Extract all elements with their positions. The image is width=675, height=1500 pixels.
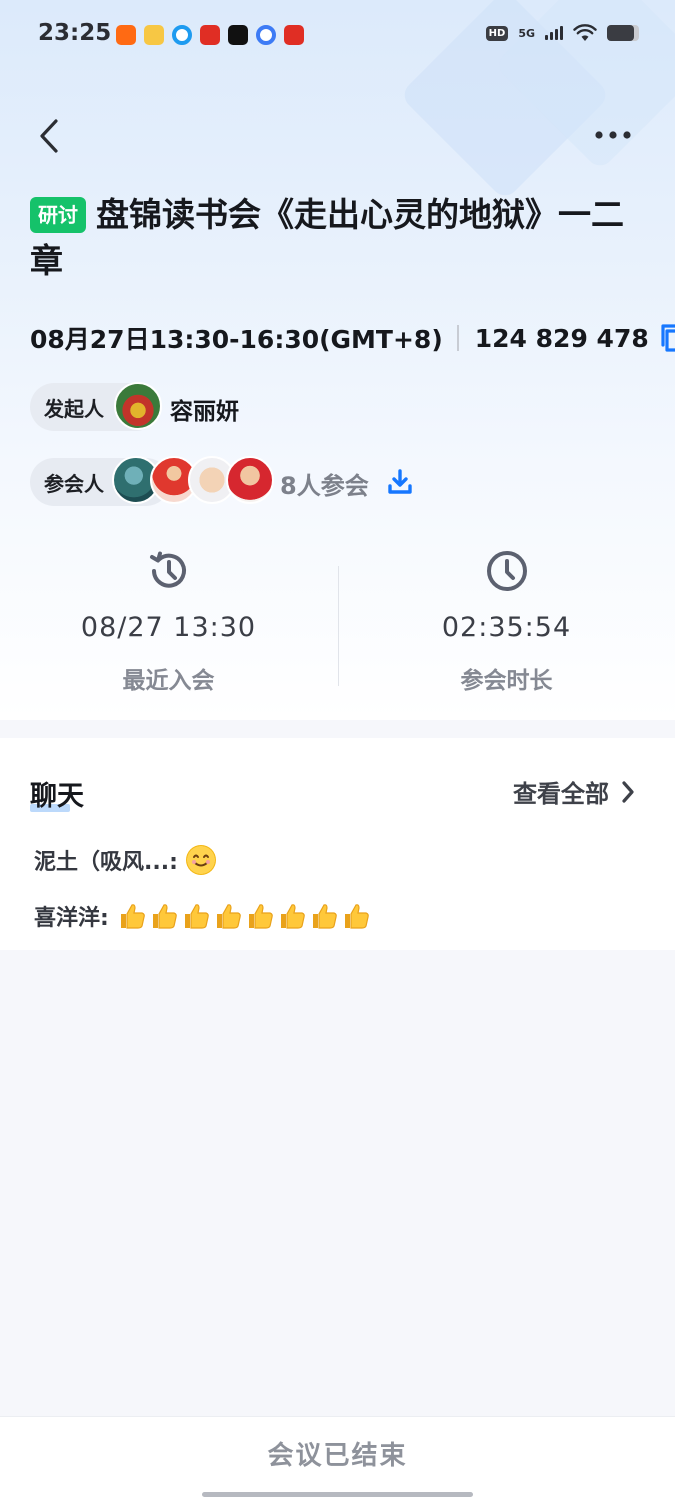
- thumbs-up-icon: [120, 904, 145, 929]
- avatar: [226, 456, 274, 504]
- chat-message[interactable]: 喜洋洋:: [34, 900, 371, 932]
- thumbs-up-icon: [312, 904, 337, 929]
- message-sender: 泥土（吸风...:: [34, 850, 178, 875]
- meeting-title: 研讨 盘锦读书会《走出心灵的地狱》一二章: [30, 192, 650, 284]
- chat-card: 聊天 查看全部 泥土（吸风...: 喜洋洋:: [0, 738, 675, 950]
- chevron-right-icon: [622, 780, 634, 803]
- thumbs-up-icon: [152, 904, 177, 929]
- view-all-label: 查看全部: [513, 780, 609, 808]
- participants-label: 参会人: [44, 471, 104, 496]
- clock-icon: [486, 551, 527, 591]
- browser-icon: [172, 25, 192, 45]
- wifi-icon: [573, 24, 597, 41]
- meeting-meta: 08月27日13:30-16:30(GMT+8) 124 829 478: [30, 320, 675, 356]
- thumbs-up-icon: [248, 904, 273, 929]
- hd-badge: HD: [485, 25, 509, 41]
- meeting-title-text: 盘锦读书会《走出心灵的地狱》一二章: [30, 195, 624, 280]
- history-icon: [149, 551, 186, 588]
- download-icon: [388, 469, 412, 494]
- last-join-label: 最近入会: [122, 668, 215, 694]
- thumbs-up-icon: [184, 904, 209, 929]
- host-name: 容丽妍: [170, 399, 239, 425]
- host-label: 发起人: [44, 396, 104, 421]
- network-label: 5G: [518, 26, 535, 40]
- meeting-id: 124 829 478: [474, 323, 649, 353]
- notification-icons: [116, 25, 304, 45]
- back-button[interactable]: [28, 112, 68, 160]
- system-status: HD 5G: [485, 24, 639, 42]
- copy-id-button[interactable]: [657, 323, 675, 353]
- more-dots-icon: [595, 131, 631, 139]
- chat-message[interactable]: 泥土（吸风...:: [34, 844, 216, 876]
- taobao-icon: [116, 25, 136, 45]
- status-bar: 23:25 HD 5G: [0, 0, 675, 70]
- duration-stat: 02:35:54 参会时长: [338, 540, 675, 700]
- battery-level: [607, 25, 635, 41]
- copy-icon: [661, 324, 675, 352]
- duration-label: 参会时长: [460, 668, 553, 694]
- more-options-button[interactable]: [591, 120, 635, 150]
- stats-divider: [338, 566, 339, 686]
- bottom-bar: 会议已结束: [0, 1416, 675, 1500]
- home-indicator[interactable]: [202, 1492, 473, 1497]
- last-join-value: 08/27 13:30: [80, 612, 257, 643]
- participants-count[interactable]: 8人参会: [280, 466, 369, 501]
- thumbs-up-row: [117, 901, 371, 931]
- download-participants-button[interactable]: [384, 466, 416, 498]
- signal-icon: [545, 26, 563, 40]
- smiling-face-icon: [185, 845, 216, 875]
- status-time: 23:25: [38, 20, 112, 46]
- meeting-detail-page: 23:25 HD 5G 研讨 盘锦读书会《走出心灵的地狱》一二章 08月27日1…: [0, 0, 675, 1500]
- host-avatar[interactable]: [114, 382, 162, 430]
- thumbs-up-icon: [216, 904, 241, 929]
- weibo-icon: [144, 25, 164, 45]
- music-icon: [256, 25, 276, 45]
- meeting-type-tag: 研讨: [30, 197, 86, 233]
- view-all-chat-button[interactable]: 查看全部: [513, 774, 635, 809]
- pinduoduo-icon: [284, 25, 304, 45]
- chevron-left-icon: [40, 119, 58, 153]
- pinduoduo-icon: [200, 25, 220, 45]
- last-join-stat: 08/27 13:30 最近入会: [0, 540, 337, 700]
- thumbs-up-icon: [344, 904, 369, 929]
- duration-value: 02:35:54: [441, 612, 572, 643]
- participant-avatars[interactable]: [112, 456, 274, 504]
- battery-icon: [607, 25, 639, 41]
- meeting-ended-status: 会议已结束: [267, 1441, 408, 1471]
- meta-divider: [456, 325, 459, 351]
- meeting-datetime: 08月27日13:30-16:30(GMT+8): [30, 325, 443, 354]
- thumbs-up-icon: [280, 904, 305, 929]
- message-sender: 喜洋洋:: [34, 906, 109, 931]
- tiktok-icon: [228, 25, 248, 45]
- chat-title: 聊天: [30, 781, 84, 812]
- meeting-title-block: 研讨 盘锦读书会《走出心灵的地狱》一二章: [30, 192, 650, 284]
